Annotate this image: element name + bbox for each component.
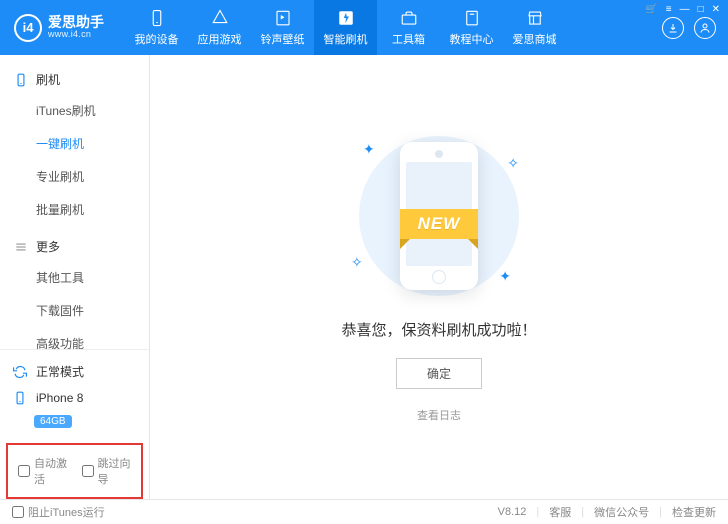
ok-button[interactable]: 确定 xyxy=(396,358,482,389)
sidebar: 刷机 iTunes刷机一键刷机专业刷机批量刷机 更多 其他工具下载固件高级功能 … xyxy=(0,55,150,499)
window-controls: 🛒 ≡ — □ ✕ xyxy=(645,4,720,15)
device-name: iPhone 8 xyxy=(36,391,83,405)
nav-apps[interactable]: 应用游戏 xyxy=(188,0,251,55)
store-icon xyxy=(526,9,544,27)
nav-label: 铃声壁纸 xyxy=(261,31,305,47)
sidebar-item[interactable]: 其他工具 xyxy=(0,261,149,294)
success-illustration: ✦ ✧ ✧ ✦ NEW xyxy=(339,131,539,301)
storage-badge: 64GB xyxy=(34,415,72,428)
win-cart-icon[interactable]: 🛒 xyxy=(645,4,657,15)
nav-toolbox[interactable]: 工具箱 xyxy=(377,0,440,55)
win-menu-icon[interactable]: ≡ xyxy=(666,4,672,15)
logo-mark-icon: i4 xyxy=(14,14,42,42)
app-logo: i4 爱思助手 www.i4.cn xyxy=(0,14,125,42)
flash-icon xyxy=(337,9,355,27)
options-row: 自动激活 跳过向导 xyxy=(6,443,143,499)
footer: 阻止iTunes运行 V8.12 | 客服 | 微信公众号 | 检查更新 xyxy=(0,499,728,524)
book-icon xyxy=(463,9,481,27)
sidebar-group-more[interactable]: 更多 xyxy=(0,232,149,261)
download-button[interactable] xyxy=(662,17,684,39)
sidebar-group-more-label: 更多 xyxy=(36,238,60,255)
sidebar-item[interactable]: 高级功能 xyxy=(0,327,149,349)
win-maximize-icon[interactable]: □ xyxy=(698,4,704,15)
user-button[interactable] xyxy=(694,17,716,39)
sidebar-item[interactable]: iTunes刷机 xyxy=(0,94,149,127)
nav-label: 爱思商城 xyxy=(513,31,557,47)
brand-name: 爱思助手 xyxy=(48,15,104,30)
refresh-icon xyxy=(12,364,28,380)
nav-phone[interactable]: 我的设备 xyxy=(125,0,188,55)
nav-store[interactable]: 爱思商城 xyxy=(503,0,566,55)
sidebar-item[interactable]: 专业刷机 xyxy=(0,160,149,193)
nav-label: 教程中心 xyxy=(450,31,494,47)
nav-flash[interactable]: 智能刷机 xyxy=(314,0,377,55)
nav-label: 智能刷机 xyxy=(324,31,368,47)
view-log-link[interactable]: 查看日志 xyxy=(417,407,461,423)
menu-icon xyxy=(14,240,28,254)
support-link[interactable]: 客服 xyxy=(549,504,571,520)
device-info[interactable]: iPhone 8 xyxy=(10,385,139,411)
device-mode[interactable]: 正常模式 xyxy=(10,358,139,385)
sidebar-item[interactable]: 批量刷机 xyxy=(0,193,149,226)
header: i4 爱思助手 www.i4.cn 我的设备 应用游戏 铃声壁纸 智能刷机 工具箱 教程中… xyxy=(0,0,728,55)
device-phone-icon xyxy=(12,390,28,406)
phone-icon xyxy=(14,73,28,87)
nav-book[interactable]: 教程中心 xyxy=(440,0,503,55)
toolbox-icon xyxy=(400,9,418,27)
win-close-icon[interactable]: ✕ xyxy=(712,4,720,15)
update-link[interactable]: 检查更新 xyxy=(672,504,716,520)
main-content: ✦ ✧ ✧ ✦ NEW 恭喜您，保资料刷机成功啦！ 确定 查看日志 xyxy=(150,55,728,499)
sidebar-item[interactable]: 一键刷机 xyxy=(0,127,149,160)
nav-label: 应用游戏 xyxy=(198,31,242,47)
skip-wizard-checkbox[interactable]: 跳过向导 xyxy=(82,455,132,487)
sidebar-item[interactable]: 下载固件 xyxy=(0,294,149,327)
wechat-link[interactable]: 微信公众号 xyxy=(594,504,649,520)
nav-music[interactable]: 铃声壁纸 xyxy=(251,0,314,55)
nav-label: 工具箱 xyxy=(392,31,425,47)
music-icon xyxy=(274,9,292,27)
device-mode-label: 正常模式 xyxy=(36,363,84,380)
phone-icon xyxy=(148,9,166,27)
brand-url: www.i4.cn xyxy=(48,30,104,40)
version-label: V8.12 xyxy=(498,506,527,518)
top-nav: 我的设备 应用游戏 铃声壁纸 智能刷机 工具箱 教程中心 爱思商城 xyxy=(125,0,650,55)
block-itunes-checkbox[interactable]: 阻止iTunes运行 xyxy=(12,504,105,520)
new-ribbon: NEW xyxy=(400,209,479,239)
apps-icon xyxy=(211,9,229,27)
sidebar-group-flash-label: 刷机 xyxy=(36,71,60,88)
auto-activate-checkbox[interactable]: 自动激活 xyxy=(18,455,68,487)
win-minimize-icon[interactable]: — xyxy=(680,4,690,15)
sidebar-group-flash[interactable]: 刷机 xyxy=(0,65,149,94)
success-message: 恭喜您，保资料刷机成功啦！ xyxy=(341,319,536,340)
nav-label: 我的设备 xyxy=(135,31,179,47)
